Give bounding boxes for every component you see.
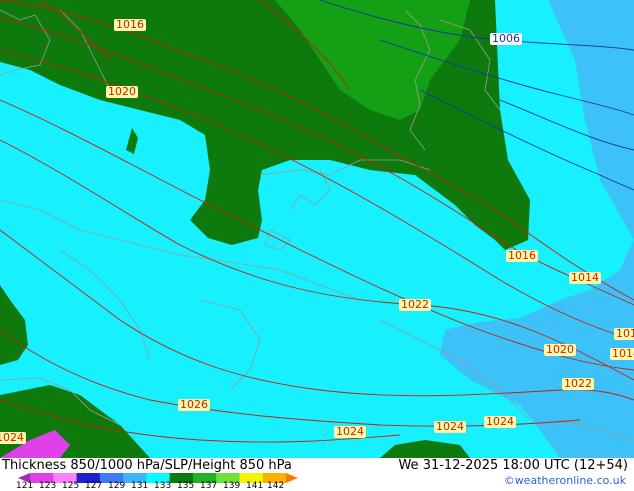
isobar-label-1006: 1006 xyxy=(490,32,522,45)
isobar-label-1016-east: 1016 xyxy=(506,249,538,262)
isobar-label-1024-left: 1024 xyxy=(0,432,26,444)
isobar-label-1024-south-3: 1024 xyxy=(484,415,516,428)
forecast-datetime: We 31-12-2025 18:00 UTC (12+54) xyxy=(398,458,628,473)
credit-link[interactable]: ©weatheronline.co.uk xyxy=(504,474,626,487)
map-title: Thickness 850/1000 hPa/SLP/Height 850 hP… xyxy=(2,458,292,473)
isobar-label-1026: 1026 xyxy=(178,398,210,411)
weather-map xyxy=(0,0,634,458)
isobar-label-1018-edge: 1018 xyxy=(614,328,634,340)
isobar-label-1024-south-1: 1024 xyxy=(334,425,366,438)
isobar-label-1022-southeast: 1022 xyxy=(562,377,594,390)
isobar-label-1014-edge: 1014 xyxy=(610,348,634,360)
isobar-label-1014-east: 1014 xyxy=(569,271,601,284)
isobar-label-1020-southeast: 1020 xyxy=(544,343,576,356)
isobar-label-1016-north: 1016 xyxy=(114,18,146,31)
legend-tick-labels: 121 123 125 127 129 131 133 135 137 139 141 142 xyxy=(10,482,330,491)
isobar-label-1024-south-2: 1024 xyxy=(434,420,466,433)
map-footer: Thickness 850/1000 hPa/SLP/Height 850 hP… xyxy=(0,458,634,491)
isobar-label-1022-center: 1022 xyxy=(399,298,431,311)
isobar-label-1020-north: 1020 xyxy=(106,85,138,98)
